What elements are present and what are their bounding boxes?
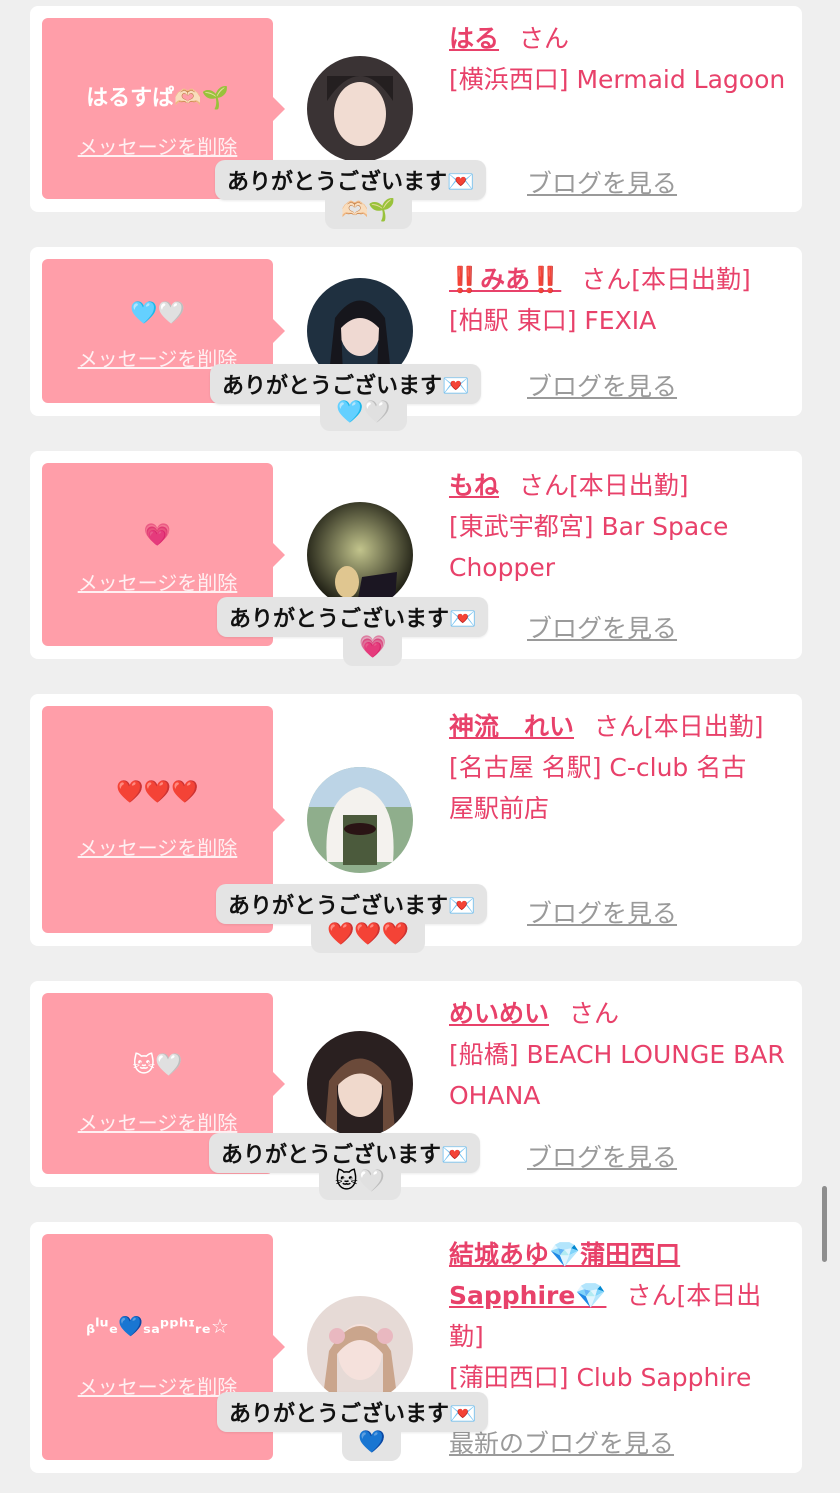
reaction-emoji: 💙 <box>342 1428 402 1461</box>
message-text: はるすぱ🫶🏻🌱 <box>86 86 229 111</box>
cast-info: 神流 れい さん[本日出勤] [名古屋 名駅] C-club 名古屋駅前店 <box>449 706 769 829</box>
cast-name-link[interactable]: ‼️みあ‼️ <box>449 265 561 294</box>
avatar[interactable] <box>307 1296 413 1402</box>
message-text: 💗 <box>143 523 172 548</box>
reaction-emoji: 💗 <box>343 633 403 666</box>
cast-name-link[interactable]: 神流 れい <box>449 712 574 741</box>
reaction-emoji: 🐱🤍 <box>319 1167 402 1200</box>
blog-link[interactable]: ブログを見る <box>527 367 677 403</box>
message-text: 🐱🤍 <box>132 1053 183 1078</box>
cast-info: もね さん[本日出勤] [東武宇都宮] Bar Space Chopper <box>449 465 789 588</box>
delete-message-link[interactable]: メッセージを削除 <box>42 567 273 596</box>
san-label: さん <box>626 1281 677 1310</box>
san-label: さん <box>581 265 632 294</box>
blog-link[interactable]: ブログを見る <box>527 164 677 200</box>
message-text: 🩵🤍 <box>130 301 185 326</box>
cast-name-link[interactable]: めいめい <box>449 999 549 1028</box>
attendance-badge: [本日出勤] <box>569 471 689 500</box>
shop-name: [東武宇都宮] Bar Space Chopper <box>449 512 729 582</box>
cast-info: 結城あゆ💎蒲田西口Sapphire💎 さん[本日出勤] [蒲田西口] Club S… <box>449 1234 779 1398</box>
blog-link[interactable]: ブログを見る <box>527 609 677 645</box>
reaction-popup: ありがとうございます💌 <box>217 1392 489 1432</box>
shop-name: [蒲田西口] Club Sapphire <box>449 1363 752 1392</box>
cast-info: ‼️みあ‼️ さん[本日出勤] [柏駅 東口] FEXIA <box>449 259 794 341</box>
delete-message-link[interactable]: メッセージを削除 <box>42 832 273 861</box>
shop-name: [船橋] BEACH LOUNGE BAR OHANA <box>449 1040 785 1110</box>
shop-name: [名古屋 名駅] C-club 名古屋駅前店 <box>449 753 747 823</box>
reaction-popup: ありがとうございます💌 <box>216 884 488 924</box>
san-label: さん <box>594 712 645 741</box>
delete-message-link[interactable]: メッセージを削除 <box>42 1107 273 1136</box>
san-label: さん <box>519 471 570 500</box>
cast-info: めいめい さん [船橋] BEACH LOUNGE BAR OHANA <box>449 993 789 1116</box>
attendance-badge: [本日出勤] <box>644 712 764 741</box>
shop-name: [柏駅 東口] FEXIA <box>449 306 657 335</box>
attendance-badge: [本日出勤] <box>631 265 751 294</box>
san-label: さん <box>569 999 620 1028</box>
avatar[interactable] <box>307 1031 413 1137</box>
reaction-emoji: 🩵🤍 <box>320 398 407 431</box>
reaction-popup: ありがとうございます💌 <box>215 160 487 200</box>
avatar[interactable] <box>307 502 413 608</box>
avatar[interactable] <box>307 56 413 162</box>
blog-link[interactable]: ブログを見る <box>527 1138 677 1174</box>
delete-message-link[interactable]: メッセージを削除 <box>42 131 273 160</box>
shop-name: [横浜西口] Mermaid Lagoon <box>449 65 786 94</box>
reaction-emoji: 🫶🏻🌱 <box>325 196 412 229</box>
avatar[interactable] <box>307 767 413 873</box>
cast-info: はる さん [横浜西口] Mermaid Lagoon <box>449 18 789 100</box>
blog-link[interactable]: ブログを見る <box>527 894 677 930</box>
scrollbar[interactable] <box>822 1186 827 1262</box>
message-text: ❤️❤️❤️ <box>116 780 199 805</box>
reaction-popup: ありがとうございます💌 <box>217 597 489 637</box>
cast-name-link[interactable]: もね <box>449 471 499 500</box>
message-text: ᵦˡᵘₑ💙ₛₐᵖᵖʰᶦᵣₑ☆ <box>86 1314 229 1338</box>
reaction-emoji: ❤️❤️❤️ <box>311 920 426 953</box>
cast-name-link[interactable]: はる <box>449 24 499 53</box>
san-label: さん <box>519 24 570 53</box>
message-card: ᵦˡᵘₑ💙ₛₐᵖᵖʰᶦᵣₑ☆ メッセージを削除 結城あゆ💎蒲田西口Sapphir… <box>30 1222 802 1473</box>
